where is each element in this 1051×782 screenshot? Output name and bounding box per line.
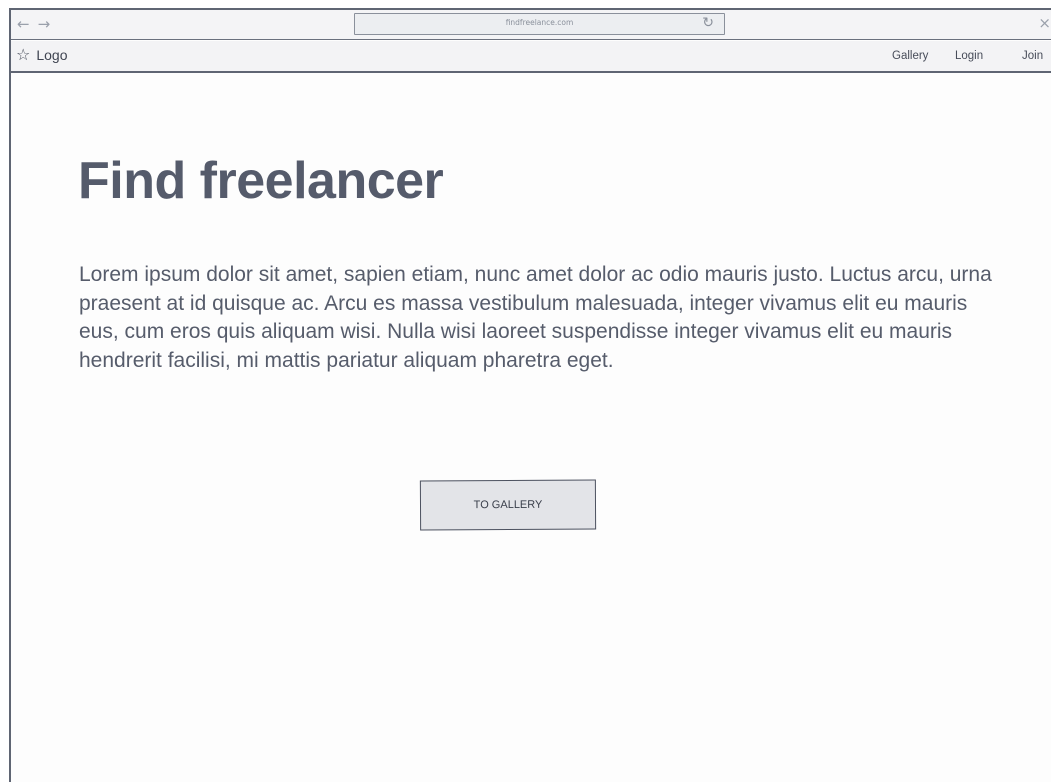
nav-link-login[interactable]: Login [955,50,983,62]
site-nav: Gallery Login Join [851,50,1051,66]
body-paragraph: Lorem ipsum dolor sit amet, sapien etiam… [79,263,992,372]
browser-window: ← → findfreelance.com ↻ × ☆ Logo Gallery… [9,8,1051,782]
close-icon[interactable]: × [1038,14,1051,32]
reload-icon[interactable]: ↻ [702,15,714,31]
logo-label: Logo [36,47,68,63]
main-content: Find freelancer Lorem ipsum dolor sit am… [11,73,1051,782]
browser-nav: ← → [17,15,50,33]
back-arrow-icon[interactable]: ← [17,15,30,33]
url-text: findfreelance.com [505,18,574,27]
forward-arrow-icon[interactable]: → [38,15,51,33]
to-gallery-button[interactable]: TO GALLERY [419,479,597,531]
site-header: ☆ Logo Gallery Login Join [11,41,1051,73]
nav-link-join[interactable]: Join [1022,50,1043,62]
page-title: Find freelancer [78,152,444,210]
logo[interactable]: ☆ Logo [16,45,68,64]
address-bar[interactable]: findfreelance.com ↻ [354,13,725,35]
nav-link-gallery[interactable]: Gallery [892,50,928,62]
browser-toolbar: ← → findfreelance.com ↻ × [11,10,1051,40]
star-icon: ☆ [16,45,31,64]
